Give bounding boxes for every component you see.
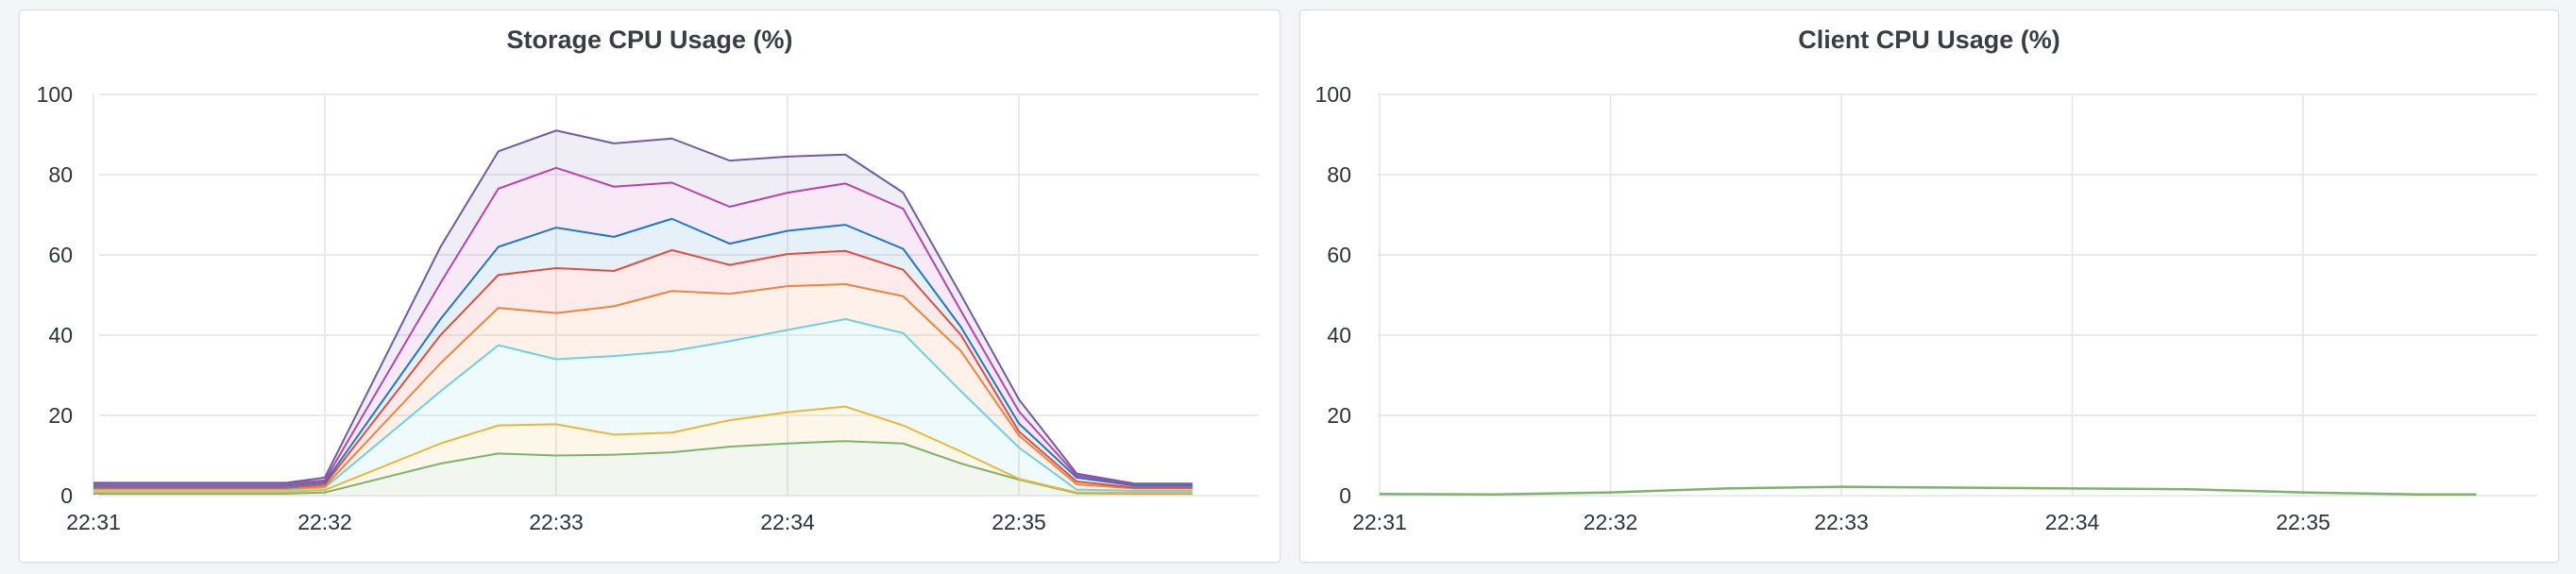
y-tick-label: 60 [1327, 243, 1351, 267]
y-tick-label: 100 [37, 82, 73, 107]
x-tick-label: 22:33 [529, 510, 584, 534]
y-tick-label: 0 [60, 483, 73, 508]
x-tick-label: 22:35 [2276, 510, 2330, 534]
x-tick-label: 22:33 [1814, 510, 1869, 534]
y-tick-label: 100 [1315, 82, 1351, 107]
client-cpu-chart[interactable]: 0 20 40 60 80 100 22:31 22:32 22:33 22:34 22:35 [1300, 10, 2560, 564]
storage-cpu-panel[interactable]: Storage CPU Usage (%) 0 20 40 60 80 100 22:31 2… [19, 9, 1280, 563]
x-tick-label: 22:32 [1584, 510, 1638, 534]
y-tick-label: 40 [48, 323, 73, 347]
x-tick-label: 22:35 [991, 510, 1046, 534]
grid [1378, 93, 2537, 497]
x-tick-label: 22:34 [760, 510, 815, 534]
x-tick-label: 22:34 [2045, 510, 2100, 534]
y-tick-label: 0 [1339, 483, 1351, 508]
y-tick-label: 80 [1327, 162, 1351, 187]
y-tick-label: 80 [48, 162, 73, 187]
x-tick-label: 22:31 [1352, 510, 1407, 534]
y-tick-label: 40 [1327, 323, 1351, 347]
x-tick-label: 22:31 [66, 510, 121, 534]
x-tick-label: 22:32 [297, 510, 352, 534]
storage-cpu-chart[interactable]: 0 20 40 60 80 100 22:31 22:32 22:33 22:34 22:35 [20, 10, 1281, 564]
client-cpu-panel[interactable]: Client CPU Usage (%) 0 20 40 60 80 100 22:31 22… [1299, 9, 2559, 563]
dashboard: Storage CPU Usage (%) 0 20 40 60 80 100 22:31 2… [0, 0, 2576, 574]
y-tick-label: 20 [48, 403, 73, 428]
series-line[interactable] [1379, 485, 2477, 496]
y-tick-label: 60 [48, 243, 73, 267]
y-tick-label: 20 [1327, 403, 1351, 428]
